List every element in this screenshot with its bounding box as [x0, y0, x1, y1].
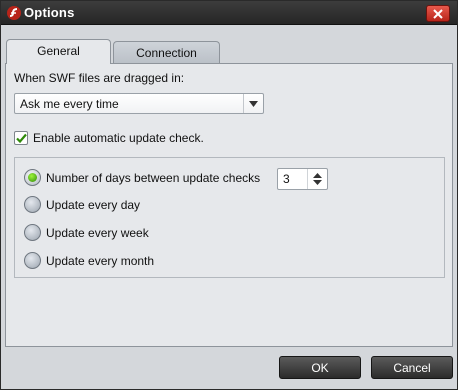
radio-days-between-label[interactable]: Number of days between update checks — [46, 171, 260, 185]
flash-player-icon — [6, 5, 22, 21]
window-title: Options — [24, 5, 75, 20]
ok-button[interactable]: OK — [279, 356, 361, 379]
radio-every-day-label[interactable]: Update every day — [46, 198, 140, 212]
radio-every-week[interactable] — [24, 224, 41, 241]
spinner-arrows[interactable] — [307, 169, 327, 189]
tab-connection[interactable]: Connection — [113, 41, 220, 65]
dropdown-arrow-button[interactable] — [243, 94, 263, 113]
tab-general[interactable]: General — [6, 39, 111, 64]
radio-every-month[interactable] — [24, 252, 41, 269]
swf-drag-dropdown[interactable]: Ask me every time — [14, 93, 264, 114]
chevron-down-icon — [249, 101, 258, 107]
checkmark-icon — [16, 133, 27, 144]
close-icon — [433, 9, 443, 19]
auto-update-label[interactable]: Enable automatic update check. — [33, 131, 204, 145]
days-spinner[interactable]: 3 — [277, 168, 328, 190]
radio-every-month-label[interactable]: Update every month — [46, 254, 154, 268]
auto-update-checkbox[interactable] — [14, 131, 28, 145]
close-button[interactable] — [426, 5, 450, 22]
swf-drag-label: When SWF files are dragged in: — [14, 71, 185, 85]
dropdown-value: Ask me every time — [20, 97, 119, 111]
radio-days-between[interactable] — [24, 169, 41, 186]
cancel-button[interactable]: Cancel — [371, 356, 453, 379]
options-dialog: Options General Connection When SWF file… — [0, 0, 458, 390]
radio-every-week-label[interactable]: Update every week — [46, 226, 149, 240]
radio-selected-dot — [28, 173, 37, 182]
spinner-down-icon[interactable] — [313, 180, 322, 185]
title-bar[interactable]: Options — [1, 1, 457, 25]
spinner-up-icon[interactable] — [313, 173, 322, 178]
days-spinner-value: 3 — [283, 172, 290, 186]
radio-every-day[interactable] — [24, 196, 41, 213]
